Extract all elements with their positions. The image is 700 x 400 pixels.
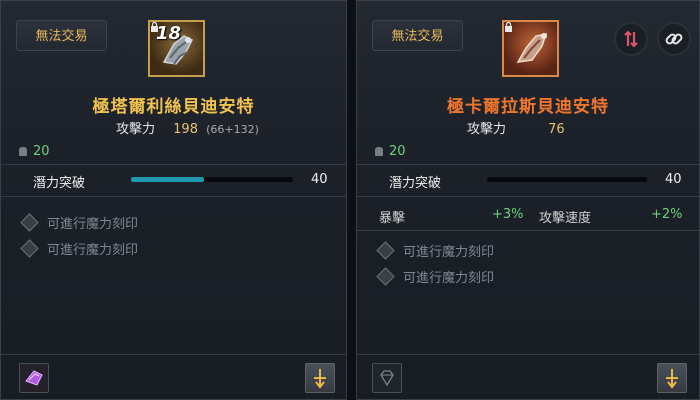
divider xyxy=(357,354,699,355)
attack-speed-value: +2% xyxy=(651,207,683,222)
trade-status-badge: 無法交易 xyxy=(16,20,107,51)
swap-button[interactable] xyxy=(614,22,648,56)
link-icon xyxy=(665,33,683,45)
bonus-label: 攻擊速度 xyxy=(539,211,592,226)
bag-icon xyxy=(19,147,27,156)
divider xyxy=(357,230,699,231)
item-level-value: 20 xyxy=(33,144,50,159)
item-level-value: 20 xyxy=(389,144,406,159)
engraving-slot: 可進行魔力刻印 xyxy=(20,239,139,258)
gauntlet-item-icon[interactable]: 18 xyxy=(148,20,205,77)
attack-value: 198 xyxy=(173,122,198,137)
attack-stat: 攻擊力 198 (66+132) xyxy=(116,118,259,137)
lock-icon xyxy=(151,22,158,32)
gem-outline-graphic xyxy=(380,370,394,387)
swap-icon xyxy=(624,30,638,48)
engraving-slot: 可進行魔力刻印 xyxy=(20,213,139,232)
link-button[interactable] xyxy=(657,22,691,56)
upgrade-arrow-button[interactable] xyxy=(657,363,687,393)
attack-stat: 攻擊力 76 xyxy=(467,118,565,137)
bonus-value: +3% xyxy=(492,207,524,222)
diamond-slot-icon xyxy=(376,241,395,260)
trade-status-badge: 無法交易 xyxy=(372,20,463,51)
item-level: 20 xyxy=(375,144,406,159)
lock-icon xyxy=(505,22,512,32)
upgrade-arrow-button[interactable] xyxy=(305,363,335,393)
divider xyxy=(1,196,346,197)
attack-breakdown: (66+132) xyxy=(206,123,259,136)
item-name: 極卡爾拉斯貝迪安特 xyxy=(447,97,609,117)
divider xyxy=(357,164,699,165)
divider xyxy=(1,164,346,165)
divider xyxy=(357,196,699,197)
upgrade-level: 18 xyxy=(156,23,182,44)
purple-gem-icon[interactable] xyxy=(19,363,49,393)
panel-gap xyxy=(347,0,356,400)
attack-label: 攻擊力 xyxy=(116,122,156,137)
gauntlet-item-icon[interactable] xyxy=(502,20,559,77)
gem-graphic xyxy=(25,370,43,386)
diamond-slot-icon xyxy=(376,267,395,286)
attack-label: 攻擊力 xyxy=(467,122,507,137)
divider xyxy=(1,354,346,355)
item-tooltip-right: 無法交易 極卡爾拉斯貝迪安特 攻擊力 76 20 潛力突破 40 暴擊 +3% … xyxy=(356,0,700,400)
potential-bar-fill xyxy=(131,177,204,182)
bag-icon xyxy=(375,147,383,156)
upgrade-arrow-icon xyxy=(314,369,326,389)
item-tooltip-left: 無法交易 18 極塔爾利絲貝迪安特 攻擊力 198 (66+132) 20 潛力… xyxy=(0,0,347,400)
engraving-slot: 可進行魔力刻印 xyxy=(376,241,495,260)
diamond-slot-icon xyxy=(20,213,39,232)
crit-bonus: 暴擊 xyxy=(379,207,405,226)
potential-bar xyxy=(131,177,293,182)
attack-speed-bonus: 攻擊速度 xyxy=(539,207,591,226)
engraving-label: 可進行魔力刻印 xyxy=(403,271,495,286)
potential-value: 40 xyxy=(665,172,682,187)
potential-value: 40 xyxy=(311,172,328,187)
crit-bonus-value: +3% xyxy=(492,207,524,222)
potential-label: 潛力突破 xyxy=(33,176,86,191)
engraving-label: 可進行魔力刻印 xyxy=(403,245,495,260)
item-name: 極塔爾利絲貝迪安特 xyxy=(92,97,255,117)
engraving-slot: 可進行魔力刻印 xyxy=(376,267,495,286)
bonus-value: +2% xyxy=(651,207,683,222)
engraving-label: 可進行魔力刻印 xyxy=(47,217,139,232)
diamond-slot-icon xyxy=(20,239,39,258)
attack-value: 76 xyxy=(548,122,565,137)
potential-label: 潛力突破 xyxy=(389,176,442,191)
engraving-label: 可進行魔力刻印 xyxy=(47,243,139,258)
bonus-label: 暴擊 xyxy=(379,211,406,226)
potential-bar xyxy=(487,177,647,182)
upgrade-arrow-icon xyxy=(666,369,678,389)
empty-gem-slot-icon[interactable] xyxy=(372,363,402,393)
item-level: 20 xyxy=(19,144,50,159)
